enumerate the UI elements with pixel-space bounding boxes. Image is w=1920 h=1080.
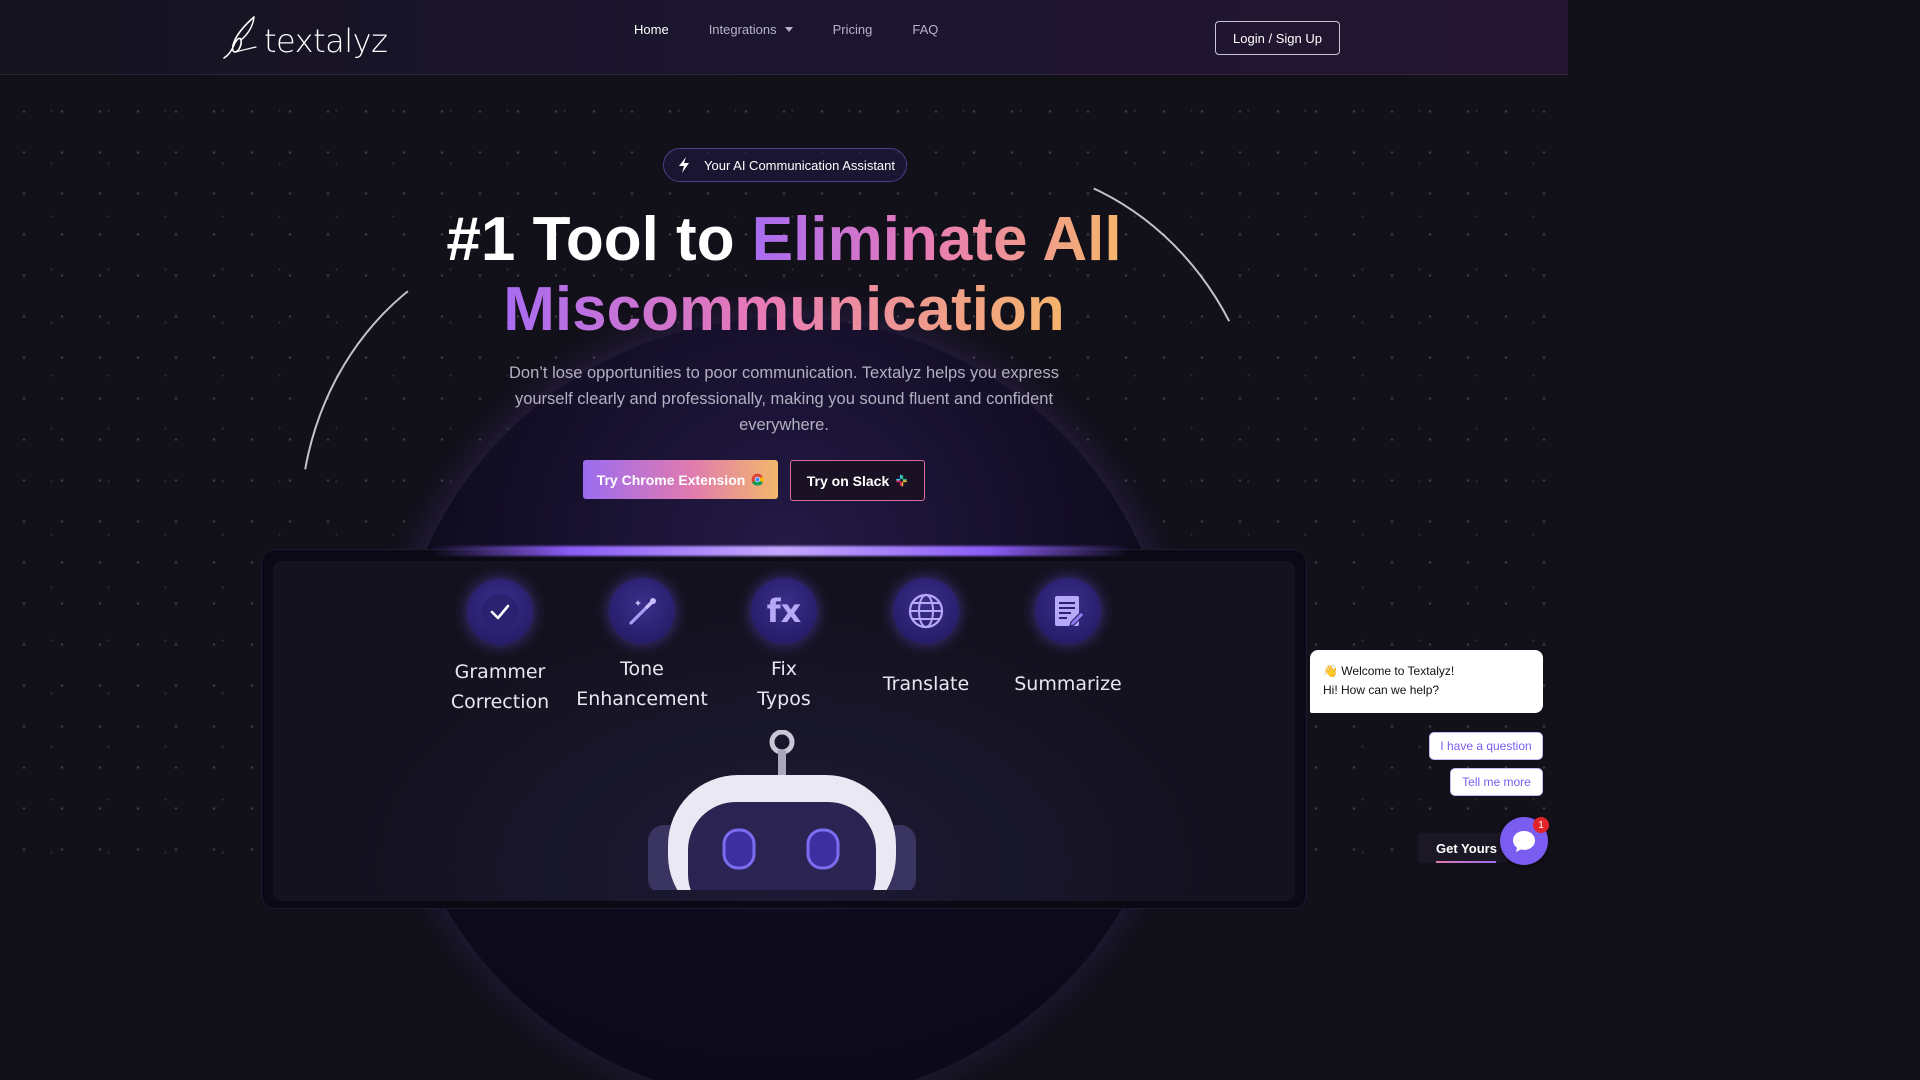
document-edit-icon xyxy=(1035,578,1101,644)
chrome-icon xyxy=(751,473,764,486)
chevron-down-icon xyxy=(784,27,793,32)
nav-integrations[interactable]: Integrations xyxy=(709,22,793,37)
hero-badge: Your AI Communication Assistant xyxy=(663,148,907,182)
chat-welcome-text: Welcome to Textalyz! xyxy=(1341,664,1455,678)
nav-pricing[interactable]: Pricing xyxy=(833,22,873,37)
feather-pen-icon xyxy=(223,16,257,59)
get-yours-cta[interactable]: Get Yours T xyxy=(1418,833,1508,863)
feature-fix-typos[interactable]: fx Fix Typos xyxy=(714,578,854,714)
feature-summarize[interactable]: Summarize xyxy=(998,578,1138,699)
login-signup-button[interactable]: Login / Sign Up xyxy=(1215,21,1340,55)
panel-glow-line xyxy=(430,546,1130,556)
chat-welcome-bubble: 👋 Welcome to Textalyz! Hi! How can we he… xyxy=(1310,650,1543,713)
textalyz-logo[interactable]: textalyz xyxy=(220,14,388,60)
headline-plain: #1 Tool to xyxy=(446,205,752,274)
lightning-icon xyxy=(679,157,689,173)
main-nav: Home Integrations Pricing FAQ xyxy=(634,22,938,37)
robot-mascot xyxy=(648,730,916,890)
try-on-slack-label: Try on Slack xyxy=(806,472,890,489)
feature-label: Summarize xyxy=(1014,673,1122,695)
try-on-slack-button[interactable]: Try on Slack xyxy=(790,460,925,501)
top-navbar: textalyz Home Integrations Pricing FAQ L… xyxy=(0,0,1568,75)
feature-translate[interactable]: Translate xyxy=(856,578,996,699)
nav-integrations-label: Integrations xyxy=(708,22,777,37)
get-yours-underline xyxy=(1436,861,1496,863)
hero-subtitle: Don’t lose opportunities to poor communi… xyxy=(509,364,1059,434)
check-icon xyxy=(467,579,533,645)
chat-help-text: Hi! How can we help? xyxy=(1323,683,1440,697)
fx-icon: fx xyxy=(751,578,817,644)
nav-home[interactable]: Home xyxy=(634,22,669,37)
magic-wand-icon xyxy=(609,578,675,644)
feature-grammar-correction[interactable]: Grammer Correction xyxy=(430,579,570,717)
feature-label: Fix Typos xyxy=(757,658,811,710)
feature-label: Tone Enhancement xyxy=(576,658,708,710)
slack-icon xyxy=(896,474,908,487)
unread-count-badge: 1 xyxy=(1533,817,1549,833)
nav-faq[interactable]: FAQ xyxy=(912,22,938,37)
hero-badge-text: Your AI Communication Assistant xyxy=(704,157,896,173)
waving-hand-icon: 👋 xyxy=(1323,664,1338,678)
chat-option-question[interactable]: I have a question xyxy=(1429,732,1543,760)
feature-label: Grammer Correction xyxy=(450,661,550,713)
feature-tone-enhancement[interactable]: Tone Enhancement xyxy=(572,578,712,714)
try-chrome-extension-button[interactable]: Try Chrome Extension xyxy=(583,460,778,499)
feature-label: Translate xyxy=(882,673,970,695)
hero-headline: #1 Tool to Eliminate All Miscommunicatio… xyxy=(384,205,1184,345)
logo-wordmark: textalyz xyxy=(264,22,388,60)
try-chrome-extension-label: Try Chrome Extension xyxy=(596,471,746,488)
chat-option-tell-more[interactable]: Tell me more xyxy=(1450,768,1543,796)
headline-accent-2: Miscommunication xyxy=(503,275,1065,344)
globe-icon xyxy=(893,578,959,644)
headline-accent-1: Eliminate All xyxy=(751,205,1122,274)
chat-icon xyxy=(1513,831,1535,852)
